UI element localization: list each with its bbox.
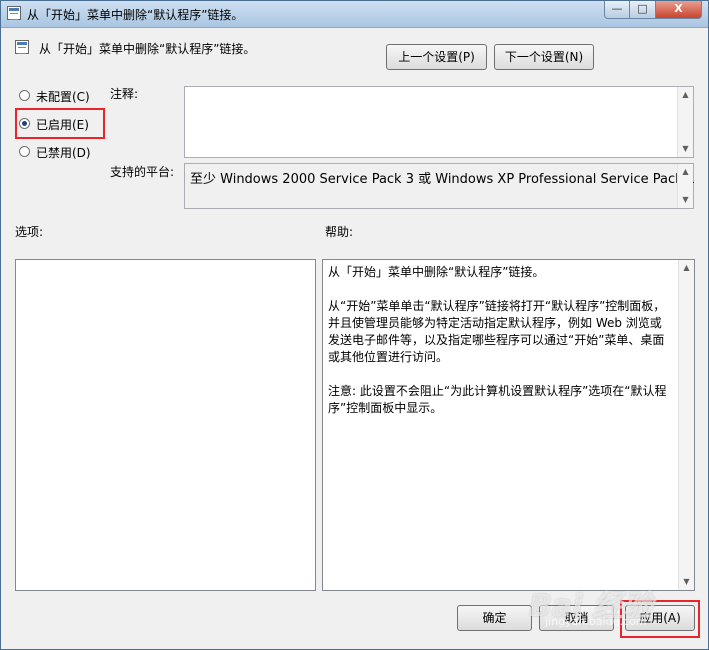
radio-circle[interactable]	[19, 146, 30, 157]
radio-label: 未配置(C)	[36, 90, 90, 104]
next-setting-button[interactable]: 下一个设置(N)	[494, 44, 594, 70]
scroll-down-icon[interactable]: ▼	[679, 574, 694, 590]
window-title: 从「开始」菜单中删除“默认程序”链接。	[27, 8, 244, 22]
help-pane: 从「开始」菜单中删除“默认程序”链接。 从“开始”菜单单击“默认程序”链接将打开…	[322, 259, 695, 591]
options-pane	[15, 259, 316, 591]
title-bar[interactable]: 从「开始」菜单中删除“默认程序”链接。 — □ X	[1, 1, 708, 28]
help-label: 帮助:	[325, 225, 354, 239]
comment-scrollbar[interactable]: ▲ ▼	[677, 87, 693, 157]
window-controls: — □ X	[604, 1, 702, 19]
help-paragraph: 从“开始”菜单单击“默认程序”链接将打开“默认程序”控制面板，并且使管理员能够为…	[328, 299, 666, 364]
scroll-down-icon[interactable]: ▼	[678, 141, 693, 157]
radio-label: 已禁用(D)	[36, 146, 91, 160]
radio-circle[interactable]	[19, 90, 30, 101]
scroll-down-icon[interactable]: ▼	[678, 192, 693, 208]
platform-value: 至少 Windows 2000 Service Pack 3 或 Windows…	[190, 172, 696, 187]
policy-icon	[7, 6, 21, 20]
comment-label: 注释:	[110, 87, 139, 101]
platform-scrollbar[interactable]: ▲ ▼	[677, 164, 693, 208]
baidu-watermark-url: jingyan.baidu.com	[545, 615, 647, 628]
policy-setting-dialog: 从「开始」菜单中删除“默认程序”链接。 — □ X 从「开始」菜单中删除“默认程…	[0, 0, 709, 650]
comment-textarea[interactable]: ▲ ▼	[184, 86, 694, 158]
close-button[interactable]: X	[656, 1, 702, 19]
platform-label: 支持的平台:	[110, 165, 175, 179]
minimize-button[interactable]: —	[604, 1, 630, 19]
options-label: 选项:	[15, 225, 44, 239]
enabled-highlight-box	[15, 108, 105, 139]
platform-field: 至少 Windows 2000 Service Pack 3 或 Windows…	[184, 163, 696, 209]
scroll-up-icon[interactable]: ▲	[678, 87, 693, 103]
setting-heading: 从「开始」菜单中删除“默认程序”链接。	[39, 42, 256, 56]
policy-icon	[15, 40, 29, 54]
help-scrollbar[interactable]: ▲ ▼	[678, 260, 694, 590]
scroll-up-icon[interactable]: ▲	[679, 260, 694, 276]
help-paragraph: 从「开始」菜单中删除“默认程序”链接。	[328, 265, 545, 279]
help-text: 从「开始」菜单中删除“默认程序”链接。 从“开始”菜单单击“默认程序”链接将打开…	[328, 264, 672, 434]
help-paragraph: 注意: 此设置不会阻止“为此计算机设置默认程序”选项在“默认程序”控制面板中显示…	[328, 384, 667, 415]
previous-setting-button[interactable]: 上一个设置(P)	[386, 44, 487, 70]
scroll-up-icon[interactable]: ▲	[678, 164, 693, 180]
ok-button[interactable]: 确定	[457, 605, 532, 631]
maximize-button[interactable]: □	[630, 1, 656, 19]
